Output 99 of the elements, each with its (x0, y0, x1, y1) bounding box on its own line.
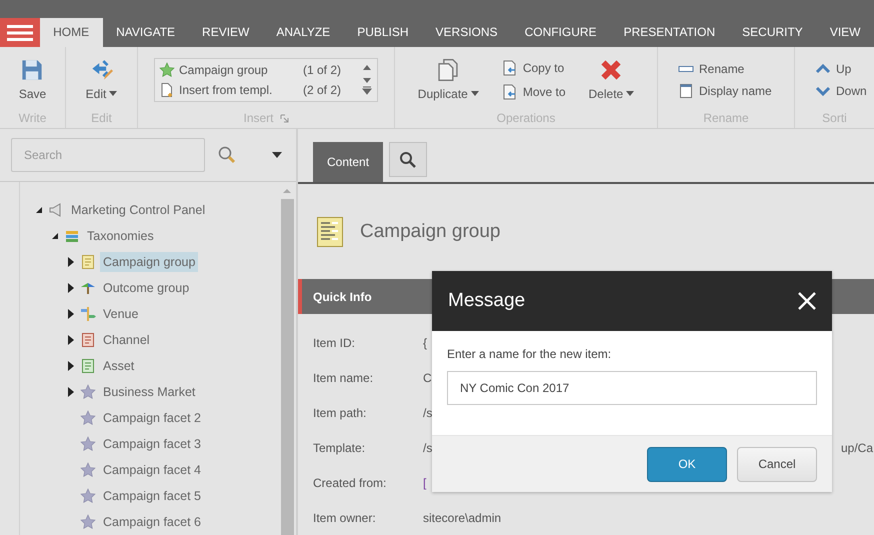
field-label: Item path: (312, 406, 368, 420)
field-value: up/Ca (840, 440, 874, 454)
field-label: Template: (312, 440, 366, 454)
expand-toggle[interactable] (66, 387, 76, 397)
menu-tab[interactable]: PUBLISH (344, 18, 422, 47)
ribbon-button[interactable]: Rename (676, 60, 746, 78)
tree-item[interactable]: Marketing Control Panel (68, 200, 208, 220)
menu-tab[interactable]: NAVIGATE (102, 18, 189, 47)
tree-item[interactable]: Campaign group (100, 252, 198, 272)
menu-tab[interactable]: VIEW (816, 18, 874, 47)
caret-icon (470, 91, 479, 96)
scroll-arrows-icon (362, 62, 372, 96)
field-label: Item ID: (312, 336, 356, 350)
dropdown-caret-icon[interactable] (271, 151, 283, 159)
dialog-title: Message (448, 290, 526, 312)
field-value: sitecore\admin (423, 510, 502, 524)
tree-item[interactable]: Outcome group (100, 278, 192, 298)
caret-icon (626, 91, 634, 96)
scrollbar-thumb[interactable] (280, 199, 294, 535)
document-icon (80, 254, 96, 270)
tree-item[interactable]: Taxonomies (84, 226, 157, 246)
field-link[interactable]: [ (423, 476, 426, 490)
ribbon-button[interactable]: Edit (82, 56, 120, 102)
ribbon-button[interactable]: Move to (500, 82, 568, 100)
document-icon (80, 332, 96, 348)
edit-arrows-icon (90, 58, 112, 80)
star-icon (80, 488, 96, 504)
document-icon (80, 358, 96, 374)
item-title: Campaign group (360, 220, 500, 242)
star-icon (159, 62, 175, 78)
tree-item[interactable]: Business Market (100, 382, 198, 402)
ribbon-button[interactable]: Up (813, 60, 854, 78)
tree-item[interactable]: Campaign facet 5 (100, 486, 204, 506)
menu-icon (6, 24, 33, 40)
tree-item[interactable]: Campaign facet 3 (100, 434, 204, 454)
ok-button[interactable]: OK (647, 446, 727, 482)
tree-item[interactable]: Campaign facet 4 (100, 460, 204, 480)
caret-icon (109, 91, 118, 96)
ribbon-button[interactable]: Down (813, 82, 869, 100)
option-count: (1 of 2) (303, 62, 342, 76)
field-label: Created from: (312, 476, 388, 490)
new-document-icon (159, 82, 175, 98)
move-page-icon (502, 84, 518, 100)
expand-toggle[interactable] (66, 257, 76, 267)
insert-option[interactable]: Campaign group (179, 62, 299, 76)
expand-toggle[interactable] (66, 309, 76, 319)
menu-button[interactable] (0, 18, 40, 47)
expand-toggle[interactable] (66, 283, 76, 293)
star-icon (80, 410, 96, 426)
ribbon-button[interactable]: Copy to (500, 58, 568, 76)
field-value: /s (423, 440, 432, 454)
star-icon (80, 384, 96, 400)
copy-page-icon (502, 60, 518, 76)
window-icon (678, 82, 694, 98)
expand-toggle[interactable] (66, 361, 76, 371)
tree-item[interactable]: Campaign facet 2 (100, 408, 204, 428)
close-icon[interactable] (798, 292, 816, 310)
search-icon (399, 150, 418, 168)
search-icon[interactable] (217, 145, 237, 165)
field-value: C (423, 370, 432, 384)
delete-icon (600, 58, 622, 80)
tree-item[interactable]: Asset (100, 356, 138, 376)
collapse-toggle[interactable] (50, 231, 60, 241)
menu-tab[interactable]: REVIEW (188, 18, 263, 47)
menu-tab[interactable]: PRESENTATION (610, 18, 729, 47)
insert-gallery[interactable]: Campaign group (1 of 2) Insert from templ. (2 of 2) (154, 58, 378, 102)
option-count: (2 of 2) (303, 82, 342, 96)
name-field[interactable]: NY Comic Con 2017 (447, 371, 817, 405)
ribbon-button[interactable]: Duplicate (414, 56, 482, 102)
field-label: Item owner: (312, 510, 377, 524)
menu-tab[interactable]: VERSIONS (422, 18, 512, 47)
expand-toggle[interactable] (66, 335, 76, 345)
insert-option[interactable]: Insert from templ. (179, 82, 299, 96)
field-label: Item name: (312, 370, 374, 384)
books-icon (64, 228, 80, 244)
ribbon-button[interactable]: Delete (586, 56, 638, 102)
tree-item[interactable]: Campaign facet 6 (100, 512, 204, 532)
ribbon-button[interactable]: Display name (676, 82, 774, 100)
star-icon (80, 514, 96, 530)
star-icon (80, 436, 96, 452)
menu-tab[interactable]: SECURITY (728, 18, 816, 47)
cancel-button[interactable]: Cancel (737, 446, 817, 482)
search-tab[interactable] (389, 142, 428, 177)
field-value: { (423, 336, 428, 350)
dialog-prompt: Enter a name for the new item: (447, 347, 612, 361)
field-value: /s (423, 406, 432, 420)
menu-tab[interactable]: HOME (40, 18, 103, 47)
signpost-icon (80, 306, 96, 322)
tree-item[interactable]: Channel (100, 330, 153, 350)
menu-tab[interactable]: ANALYZE (262, 18, 344, 47)
collapse-toggle[interactable] (34, 205, 44, 215)
search-field[interactable]: Search (11, 138, 205, 172)
ribbon-button[interactable]: Save (16, 56, 50, 102)
star-icon (80, 462, 96, 478)
menu-tab[interactable]: CONFIGURE (511, 18, 610, 47)
tree-item[interactable]: Venue (100, 304, 142, 324)
document-icon (316, 216, 344, 248)
duplicate-pages-icon (437, 58, 460, 80)
content-tab[interactable]: Content (313, 142, 384, 182)
